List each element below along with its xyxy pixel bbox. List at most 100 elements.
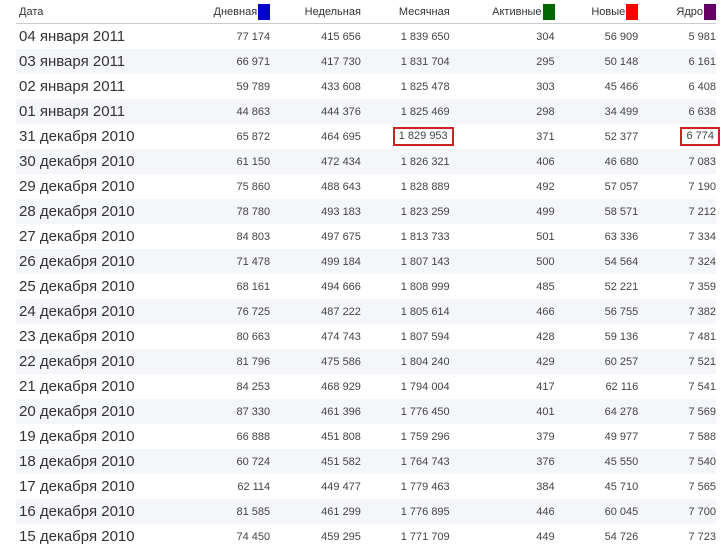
header-core[interactable]: Ядро <box>638 0 716 24</box>
cell-daily: 81 585 <box>172 499 270 524</box>
header-monthly[interactable]: Месячная <box>361 0 450 24</box>
cell-weekly: 464 695 <box>270 124 361 149</box>
cell-date: 04 января 2011 <box>16 24 172 50</box>
cell-new: 64 278 <box>555 399 639 424</box>
cell-weekly: 451 808 <box>270 424 361 449</box>
cell-core: 7 588 <box>638 424 716 449</box>
cell-monthly: 1 831 704 <box>361 49 450 74</box>
highlight-box: 6 774 <box>680 127 720 146</box>
cell-monthly: 1 771 709 <box>361 524 450 549</box>
cell-active: 417 <box>450 374 555 399</box>
cell-core: 7 083 <box>638 149 716 174</box>
cell-core: 6 638 <box>638 99 716 124</box>
cell-monthly: 1 794 004 <box>361 374 450 399</box>
cell-monthly: 1 828 889 <box>361 174 450 199</box>
cell-active: 446 <box>450 499 555 524</box>
header-weekly-label: Недельная <box>305 6 361 18</box>
cell-weekly: 497 675 <box>270 224 361 249</box>
table-row: 04 января 201177 174415 6561 839 6503045… <box>16 24 716 50</box>
table-row: 23 декабря 201080 663474 7431 807 594428… <box>16 324 716 349</box>
cell-active: 499 <box>450 199 555 224</box>
cell-date: 02 января 2011 <box>16 74 172 99</box>
cell-core: 7 359 <box>638 274 716 299</box>
cell-date: 31 декабря 2010 <box>16 124 172 149</box>
cell-active: 466 <box>450 299 555 324</box>
cell-active: 376 <box>450 449 555 474</box>
cell-core: 7 212 <box>638 199 716 224</box>
table-row: 17 декабря 201062 114449 4771 779 463384… <box>16 474 716 499</box>
cell-daily: 84 803 <box>172 224 270 249</box>
table-body: 04 января 201177 174415 6561 839 6503045… <box>16 24 716 549</box>
cell-daily: 87 330 <box>172 399 270 424</box>
header-date[interactable]: Дата <box>16 0 172 24</box>
header-daily-label: Дневная <box>214 5 258 17</box>
cell-core: 6 408 <box>638 74 716 99</box>
cell-active: 500 <box>450 249 555 274</box>
cell-new: 49 977 <box>555 424 639 449</box>
cell-weekly: 499 184 <box>270 249 361 274</box>
cell-monthly: 1 759 296 <box>361 424 450 449</box>
cell-new: 50 148 <box>555 49 639 74</box>
cell-weekly: 475 586 <box>270 349 361 374</box>
cell-active: 501 <box>450 224 555 249</box>
header-date-label: Дата <box>19 6 43 18</box>
table-row: 20 декабря 201087 330461 3961 776 450401… <box>16 399 716 424</box>
cell-active: 298 <box>450 99 555 124</box>
table-row: 22 декабря 201081 796475 5861 804 240429… <box>16 349 716 374</box>
header-row: Дата Дневная Недельная Месячная Активные… <box>16 0 716 24</box>
cell-new: 34 499 <box>555 99 639 124</box>
cell-active: 429 <box>450 349 555 374</box>
cell-daily: 74 450 <box>172 524 270 549</box>
cell-active: 492 <box>450 174 555 199</box>
cell-active: 485 <box>450 274 555 299</box>
header-active[interactable]: Активные <box>450 0 555 24</box>
cell-active: 406 <box>450 149 555 174</box>
cell-monthly: 1 779 463 <box>361 474 450 499</box>
cell-monthly: 1 776 895 <box>361 499 450 524</box>
cell-active: 428 <box>450 324 555 349</box>
cell-daily: 59 789 <box>172 74 270 99</box>
cell-active: 379 <box>450 424 555 449</box>
cell-daily: 66 971 <box>172 49 270 74</box>
table-row: 29 декабря 201075 860488 6431 828 889492… <box>16 174 716 199</box>
cell-date: 21 декабря 2010 <box>16 374 172 399</box>
table-row: 28 декабря 201078 780493 1831 823 259499… <box>16 199 716 224</box>
header-monthly-label: Месячная <box>399 6 450 18</box>
cell-new: 45 710 <box>555 474 639 499</box>
cell-daily: 77 174 <box>172 24 270 50</box>
cell-core: 7 382 <box>638 299 716 324</box>
cell-monthly: 1 825 469 <box>361 99 450 124</box>
cell-weekly: 433 608 <box>270 74 361 99</box>
cell-active: 449 <box>450 524 555 549</box>
stats-table: Дата Дневная Недельная Месячная Активные… <box>16 0 716 549</box>
cell-core: 6 774 <box>638 124 716 149</box>
cell-monthly: 1 808 999 <box>361 274 450 299</box>
highlight-box: 1 829 953 <box>393 127 454 146</box>
header-weekly[interactable]: Недельная <box>270 0 361 24</box>
cell-date: 26 декабря 2010 <box>16 249 172 274</box>
cell-weekly: 461 396 <box>270 399 361 424</box>
cell-date: 30 декабря 2010 <box>16 149 172 174</box>
cell-monthly: 1 813 733 <box>361 224 450 249</box>
cell-new: 54 564 <box>555 249 639 274</box>
table-row: 18 декабря 201060 724451 5821 764 743376… <box>16 449 716 474</box>
cell-date: 29 декабря 2010 <box>16 174 172 199</box>
header-new[interactable]: Новые <box>555 0 639 24</box>
cell-daily: 62 114 <box>172 474 270 499</box>
cell-monthly: 1 825 478 <box>361 74 450 99</box>
table-row: 03 января 201166 971417 7301 831 7042955… <box>16 49 716 74</box>
cell-weekly: 444 376 <box>270 99 361 124</box>
header-daily[interactable]: Дневная <box>172 0 270 24</box>
cell-new: 60 257 <box>555 349 639 374</box>
cell-daily: 78 780 <box>172 199 270 224</box>
cell-new: 52 221 <box>555 274 639 299</box>
table-row: 31 декабря 201065 872464 6951 829 953371… <box>16 124 716 149</box>
cell-monthly: 1 764 743 <box>361 449 450 474</box>
cell-weekly: 494 666 <box>270 274 361 299</box>
cell-date: 16 декабря 2010 <box>16 499 172 524</box>
cell-daily: 68 161 <box>172 274 270 299</box>
cell-daily: 80 663 <box>172 324 270 349</box>
cell-weekly: 449 477 <box>270 474 361 499</box>
cell-monthly: 1 807 594 <box>361 324 450 349</box>
header-new-label: Новые <box>591 5 625 17</box>
